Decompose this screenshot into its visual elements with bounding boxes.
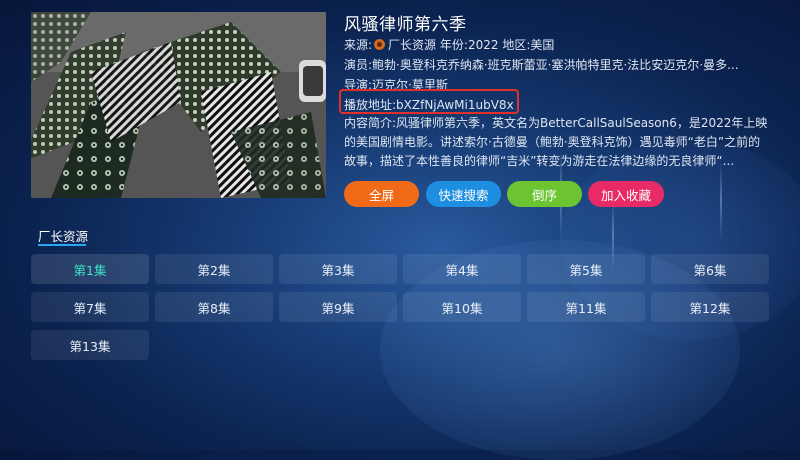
description: 内容简介:风骚律师第六季，英文名为BetterCallSaulSeason6，是… [344, 114, 769, 171]
year-value: 2022 [467, 38, 499, 52]
episode-button[interactable]: 第9集 [279, 292, 397, 322]
episode-button[interactable]: 第4集 [403, 254, 521, 284]
region-value: 美国 [530, 38, 555, 52]
episode-button[interactable]: 第5集 [527, 254, 645, 284]
episode-button[interactable]: 第3集 [279, 254, 397, 284]
episode-button[interactable]: 第10集 [403, 292, 521, 322]
episode-button[interactable]: 第12集 [651, 292, 769, 322]
tab-source-label: 厂长资源 [38, 229, 89, 244]
highlight-annotation-box [339, 89, 519, 114]
episode-button[interactable]: 第7集 [31, 292, 149, 322]
source-logo-icon [374, 39, 386, 50]
background-streak [720, 160, 722, 240]
source-name: 厂长资源 [388, 38, 437, 52]
add-favorite-button[interactable]: 加入收藏 [588, 181, 664, 207]
episode-button[interactable]: 第1集 [31, 254, 149, 284]
video-poster[interactable] [31, 12, 326, 198]
reverse-order-button[interactable]: 倒序 [507, 181, 582, 207]
quick-search-button[interactable]: 快速搜索 [426, 181, 501, 207]
actors-label: 演员: [344, 58, 373, 72]
source-label: 来源: [344, 38, 373, 52]
tab-underline [38, 244, 86, 246]
episode-button[interactable]: 第8集 [155, 292, 273, 322]
poster-image [31, 12, 326, 198]
episode-button[interactable]: 第13集 [31, 330, 149, 360]
fullscreen-button[interactable]: 全屏 [344, 181, 419, 207]
episode-button[interactable]: 第6集 [651, 254, 769, 284]
episode-button[interactable]: 第11集 [527, 292, 645, 322]
tab-source[interactable]: 厂长资源 [38, 226, 89, 246]
source-line: 来源: 厂长资源 年份:2022 地区:美国 [344, 36, 554, 53]
actors-line: 演员:鲍勃·奥登科克乔纳森·班克斯蕾亚·塞洪帕特里克·法比安迈克尔·曼多... [344, 56, 764, 73]
year-label: 年份: [439, 38, 468, 52]
actors-value: 鲍勃·奥登科克乔纳森·班克斯蕾亚·塞洪帕特里克·法比安迈克尔·曼多... [372, 58, 739, 72]
description-label: 内容简介: [344, 116, 397, 130]
description-text: 风骚律师第六季，英文名为BetterCallSaulSeason6，是2022年… [344, 116, 768, 168]
show-title: 风骚律师第六季 [344, 15, 467, 35]
episode-button[interactable]: 第2集 [155, 254, 273, 284]
region-label: 地区: [502, 38, 531, 52]
